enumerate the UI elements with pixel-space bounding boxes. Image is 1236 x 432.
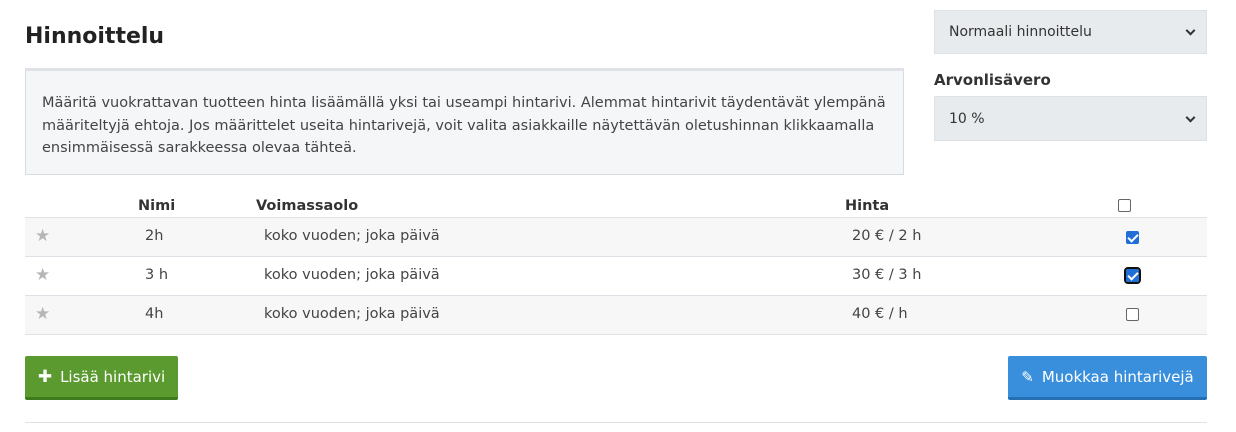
column-header-validity: Voimassaolo xyxy=(256,198,359,214)
chevron-down-icon xyxy=(1185,112,1196,123)
plus-icon: ✚ xyxy=(37,366,53,387)
info-text: Määritä vuokrattavan tuotteen hinta lisä… xyxy=(42,95,886,156)
pencil-icon: ✎ xyxy=(1021,367,1034,386)
pricing-type-select[interactable]: Normaali hinnoittelu xyxy=(934,10,1207,54)
row-price: 30 € / 3 h xyxy=(852,267,922,283)
row-price: 20 € / 2 h xyxy=(852,228,922,244)
table-row: ★ 4h koko vuoden; joka päivä 40 € / h xyxy=(25,296,1207,335)
info-box: Määritä vuokrattavan tuotteen hinta lisä… xyxy=(25,68,904,175)
add-price-row-button[interactable]: ✚ Lisää hintarivi xyxy=(25,356,178,400)
row-name: 4h xyxy=(145,306,164,322)
row-validity: koko vuoden; joka päivä xyxy=(264,306,440,322)
page-title: Hinnoittelu xyxy=(25,24,165,49)
edit-price-rows-label: Muokkaa hintarivejä xyxy=(1041,367,1194,386)
vat-label: Arvonlisävero xyxy=(934,71,1051,89)
row-name: 3 h xyxy=(145,267,169,283)
star-icon[interactable]: ★ xyxy=(35,306,52,323)
row-checkbox[interactable] xyxy=(1126,231,1139,244)
column-header-price: Hinta xyxy=(845,198,890,214)
bottom-divider xyxy=(25,422,1207,423)
add-price-row-label: Lisää hintarivi xyxy=(60,367,166,386)
row-checkbox[interactable] xyxy=(1126,308,1139,321)
table-row: ★ 2h koko vuoden; joka päivä 20 € / 2 h xyxy=(25,218,1207,257)
row-validity: koko vuoden; joka päivä xyxy=(264,228,440,244)
row-checkbox[interactable] xyxy=(1124,267,1141,284)
row-validity: koko vuoden; joka päivä xyxy=(264,267,440,283)
row-name: 2h xyxy=(145,228,164,244)
star-icon[interactable]: ★ xyxy=(35,267,52,284)
select-all-checkbox[interactable] xyxy=(1118,199,1131,212)
column-header-name: Nimi xyxy=(138,198,176,214)
star-icon[interactable]: ★ xyxy=(35,228,52,245)
chevron-down-icon xyxy=(1185,25,1196,36)
row-price: 40 € / h xyxy=(852,306,908,322)
edit-price-rows-button[interactable]: ✎ Muokkaa hintarivejä xyxy=(1008,356,1207,400)
table-row: ★ 3 h koko vuoden; joka päivä 30 € / 3 h xyxy=(25,257,1207,296)
pricing-type-value: Normaali hinnoittelu xyxy=(949,24,1092,40)
vat-select[interactable]: 10 % xyxy=(934,96,1207,141)
vat-value: 10 % xyxy=(949,110,985,127)
